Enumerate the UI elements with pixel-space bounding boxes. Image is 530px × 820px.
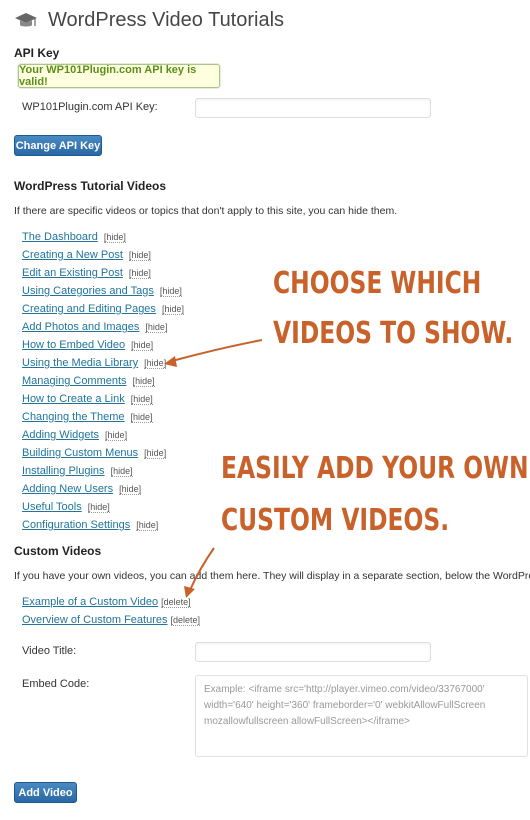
arrow-to-custom-video: [184, 547, 215, 598]
annotation-arrows: [164, 339, 263, 598]
arrow-to-media-library: [164, 339, 263, 367]
